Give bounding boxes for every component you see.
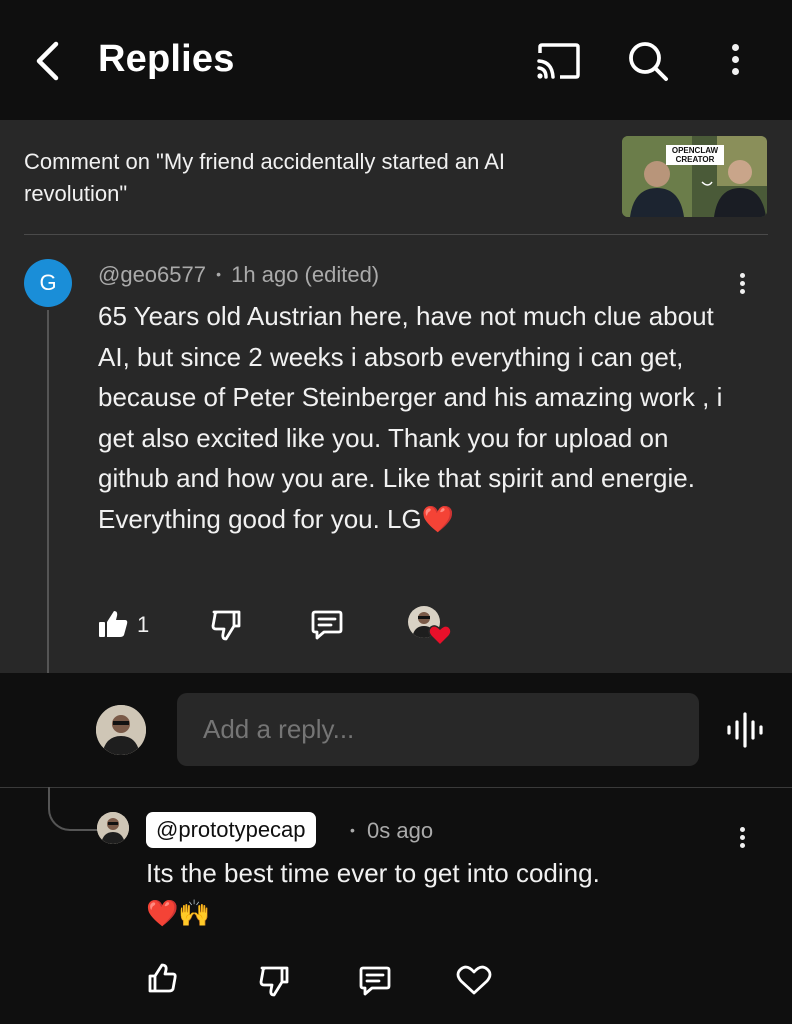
reply-time: 0s ago (367, 818, 434, 843)
like-filled-icon[interactable] (96, 606, 130, 642)
reply-icon[interactable] (356, 962, 394, 1000)
reply-more-icon[interactable] (740, 824, 746, 854)
thread-line (47, 310, 49, 673)
reply-thread-connector (48, 787, 100, 831)
dislike-icon[interactable] (256, 962, 292, 1000)
creator-heart-badge (408, 606, 454, 646)
divider (24, 234, 768, 235)
more-vertical-icon[interactable] (732, 44, 740, 84)
reply-emoji-line: ❤️🙌 (146, 898, 211, 928)
like-count: 1 (137, 612, 150, 637)
comment-author[interactable]: @geo6577 (98, 262, 206, 287)
comment-meta: @geo6577 • 1h ago (edited) (98, 262, 379, 288)
search-icon[interactable] (624, 38, 672, 84)
like-icon[interactable] (144, 960, 180, 998)
video-thumbnail[interactable]: OPENCLAW CREATOR (622, 136, 767, 217)
reply-text: Its the best time ever to get into codin… (146, 853, 726, 933)
commenter-avatar[interactable]: G (24, 259, 72, 307)
my-avatar[interactable] (96, 705, 146, 755)
reply-meta: • 0s ago (350, 818, 433, 844)
back-arrow-icon[interactable] (26, 38, 68, 84)
comment-more-icon[interactable] (740, 270, 746, 300)
meta-separator: • (350, 822, 355, 838)
reply-author-avatar[interactable] (97, 812, 129, 844)
reply-icon[interactable] (308, 606, 346, 644)
reply-input[interactable] (177, 693, 699, 766)
reply-text-line: Its the best time ever to get into codin… (146, 858, 600, 888)
heart-icon[interactable] (455, 962, 493, 998)
voice-input-icon[interactable] (724, 708, 766, 752)
dislike-icon[interactable] (208, 606, 244, 644)
page-title: Replies (98, 38, 235, 80)
cast-icon[interactable] (532, 40, 584, 82)
meta-separator: • (216, 266, 222, 282)
comment-text: 65 Years old Austrian here, have not muc… (98, 301, 723, 534)
reply-author-handle[interactable]: @prototypecap (146, 812, 316, 848)
thumbnail-caption: OPENCLAW CREATOR (666, 145, 724, 165)
heart-icon (428, 624, 452, 646)
video-context-text[interactable]: Comment on "My friend accidentally start… (24, 146, 604, 210)
comment-time: 1h ago (edited) (231, 262, 380, 287)
